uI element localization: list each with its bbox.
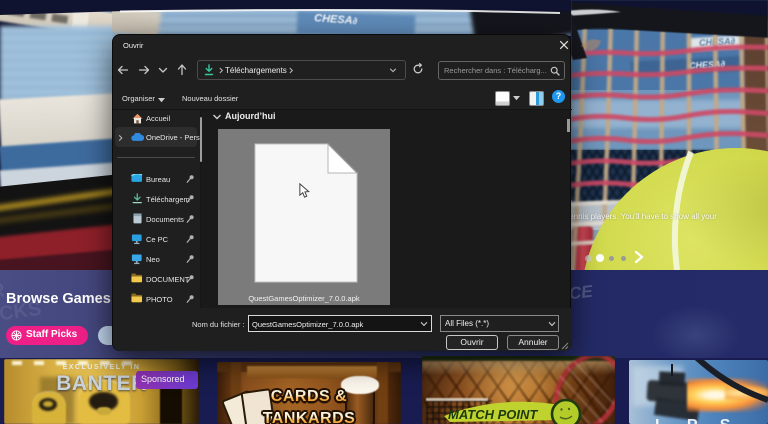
svg-text:MATCH POINT: MATCH POINT [448,407,538,422]
